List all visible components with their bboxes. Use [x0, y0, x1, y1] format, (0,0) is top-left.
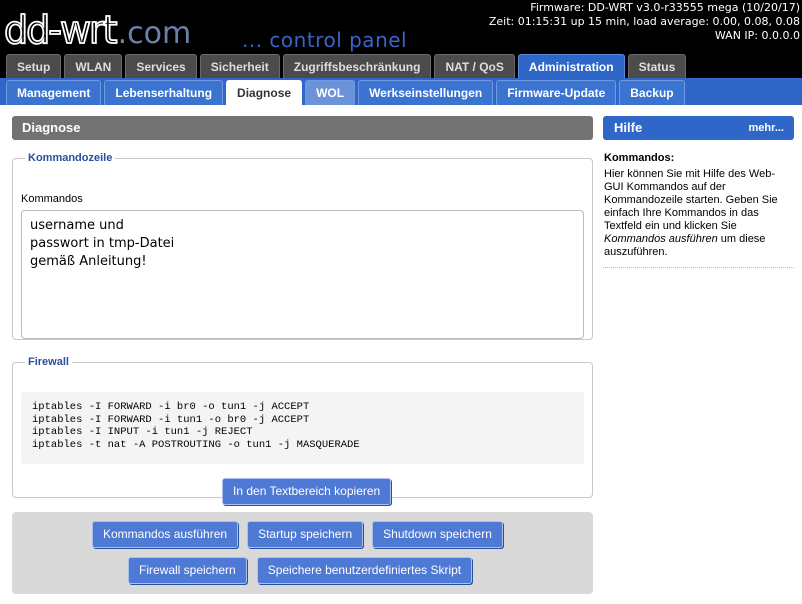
subtab-firmware-update[interactable]: Firmware-Update	[496, 80, 617, 105]
sub-tabs: Management Lebenserhaltung Diagnose WOL …	[6, 80, 685, 105]
tab-setup[interactable]: Setup	[6, 54, 62, 78]
action-row-2: Firewall speichern Speichere benutzerdef…	[128, 557, 473, 584]
help-text-before: Hier können Sie mit Hilfe des Web-GUI Ko…	[604, 168, 778, 232]
save-startup-button[interactable]: Startup speichern	[247, 521, 364, 548]
tab-services[interactable]: Services	[125, 54, 197, 78]
command-fieldset: Kommandozeile Kommandos	[12, 152, 593, 340]
tab-sicherheit[interactable]: Sicherheit	[199, 54, 280, 78]
sub-tab-bar: Management Lebenserhaltung Diagnose WOL …	[0, 78, 802, 105]
wan-ip: WAN IP: 0.0.0.0	[714, 29, 800, 42]
run-commands-button[interactable]: Kommandos ausführen	[92, 521, 239, 548]
firewall-rules: iptables -I FORWARD -i br0 -o tun1 -j AC…	[21, 392, 584, 464]
logo-tld-text: .com	[117, 16, 192, 51]
command-label: Kommandos	[21, 193, 83, 205]
help-title: Hilfe	[614, 120, 643, 135]
subtab-lebenserhaltung[interactable]: Lebenserhaltung	[104, 80, 224, 105]
subtab-wol[interactable]: WOL	[305, 80, 356, 105]
ddwrt-logo[interactable]: dd-wrt.com	[3, 8, 192, 52]
save-firewall-button[interactable]: Firewall speichern	[128, 557, 247, 584]
tab-wlan[interactable]: WLAN	[64, 54, 123, 78]
help-text-emphasis: Kommandos ausführen	[604, 233, 718, 245]
subtab-werkseinstellungen[interactable]: Werkseinstellungen	[358, 80, 494, 105]
help-more-link[interactable]: mehr...	[749, 116, 784, 140]
subtab-management[interactable]: Management	[6, 80, 102, 105]
tab-nat-qos[interactable]: NAT / QoS	[434, 54, 515, 78]
uptime-info: Zeit: 01:15:31 up 15 min, load average: …	[488, 15, 800, 28]
help-divider	[603, 267, 794, 268]
copy-to-textarea-button[interactable]: In den Textbereich kopieren	[222, 478, 392, 505]
subtab-diagnose[interactable]: Diagnose	[226, 80, 303, 105]
header: dd-wrt.com ... control panel Firmware: D…	[0, 0, 802, 80]
main-tabs: Setup WLAN Services Sicherheit Zugriffsb…	[6, 54, 687, 78]
command-textarea[interactable]	[21, 210, 584, 339]
main-content: Diagnose Kommandozeile Kommandos Firewal…	[12, 116, 593, 505]
help-sidebar: Hilfe mehr... Kommandos: Hier können Sie…	[603, 116, 794, 268]
action-row-1: Kommandos ausführen Startup speichern Sh…	[92, 521, 503, 548]
tab-administration[interactable]: Administration	[517, 54, 625, 78]
logo-main-text: dd-wrt	[3, 8, 118, 52]
command-legend: Kommandozeile	[28, 152, 113, 164]
firmware-version: Firmware: DD-WRT v3.0-r33555 mega (10/20…	[530, 1, 800, 14]
help-text: Hier können Sie mit Hilfe des Web-GUI Ko…	[603, 168, 793, 259]
help-subtitle: Kommandos:	[604, 152, 675, 164]
firewall-legend: Firewall	[28, 356, 69, 368]
tab-status[interactable]: Status	[627, 54, 687, 78]
save-custom-script-button[interactable]: Speichere benutzerdefiniertes Skript	[256, 557, 473, 584]
section-title: Diagnose	[12, 116, 593, 140]
tab-zugriffsbeschraenkung[interactable]: Zugriffsbeschränkung	[282, 54, 432, 78]
subtab-backup[interactable]: Backup	[619, 80, 685, 105]
firewall-fieldset: Firewall iptables -I FORWARD -i br0 -o t…	[12, 356, 593, 505]
control-panel-tagline: ... control panel	[242, 28, 408, 52]
save-shutdown-button[interactable]: Shutdown speichern	[372, 521, 503, 548]
help-header: Hilfe mehr...	[603, 116, 794, 140]
system-info: Firmware: DD-WRT v3.0-r33555 mega (10/20…	[489, 1, 800, 43]
action-buttons: Kommandos ausführen Startup speichern Sh…	[12, 512, 593, 594]
